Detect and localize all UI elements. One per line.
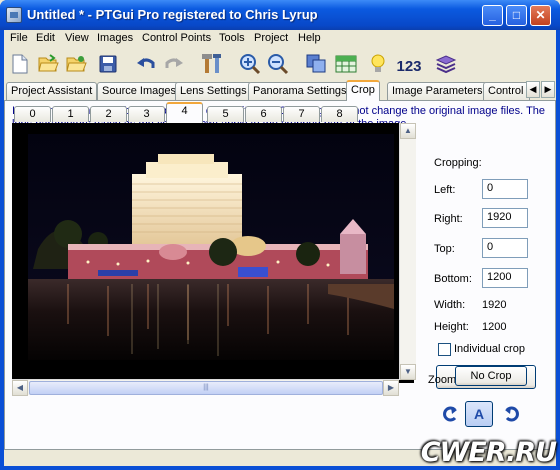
image-horizontal-scrollbar[interactable]: ◀ ||| ▶ (12, 379, 399, 396)
image-tab-8[interactable]: 8 (321, 106, 358, 122)
scroll-left-icon[interactable]: ◀ (12, 380, 28, 396)
client-area: File Edit View Images Control Points Too… (4, 30, 556, 466)
scroll-down-icon[interactable]: ▼ (400, 364, 416, 380)
horizontal-scroll-thumb[interactable]: ||| (29, 381, 383, 395)
menu-edit[interactable]: Edit (36, 32, 55, 44)
menu-bar: File Edit View Images Control Points Too… (4, 30, 556, 48)
tip-icon[interactable] (366, 52, 390, 76)
undo-icon[interactable] (134, 52, 158, 76)
top-input[interactable]: 0 (482, 238, 528, 258)
menu-images[interactable]: Images (97, 32, 133, 44)
image-tab-1[interactable]: 1 (52, 106, 89, 122)
maximize-button[interactable]: □ (506, 5, 527, 26)
left-input[interactable]: 0 (482, 179, 528, 199)
minimize-button[interactable]: _ (482, 5, 503, 26)
menu-help[interactable]: Help (298, 32, 321, 44)
tab-project-assistant[interactable]: Project Assistant (6, 82, 98, 100)
left-label: Left: (434, 184, 456, 196)
zoom-in-icon[interactable] (238, 52, 262, 76)
image-tab-6[interactable]: 6 (245, 106, 282, 122)
table-icon[interactable] (334, 52, 358, 76)
menu-control-points[interactable]: Control Points (142, 32, 211, 44)
image-tab-5[interactable]: 5 (207, 106, 244, 122)
new-icon[interactable] (8, 52, 32, 76)
height-value: 1200 (482, 321, 507, 333)
width-label: Width: (434, 299, 466, 311)
tab-control-points[interactable]: Control (483, 82, 530, 100)
rotate-left-icon[interactable] (438, 402, 462, 426)
tab-lens-settings[interactable]: Lens Settings (175, 82, 252, 100)
tools-icon[interactable] (200, 52, 224, 76)
tab-panorama-settings[interactable]: Panorama Settings (248, 82, 352, 100)
right-label: Right: (434, 213, 463, 225)
menu-tools[interactable]: Tools (219, 32, 245, 44)
watermark: CWER.RU (420, 437, 557, 468)
menu-view[interactable]: View (65, 32, 89, 44)
image-vertical-scrollbar[interactable]: ▲ ▼ (399, 123, 416, 380)
menu-project[interactable]: Project (254, 32, 288, 44)
no-crop-button[interactable]: No Crop (455, 366, 527, 386)
app-icon (6, 7, 22, 23)
individual-crop-checkbox[interactable] (438, 343, 451, 356)
rotate-right-icon[interactable] (500, 402, 524, 426)
close-button[interactable]: ✕ (530, 5, 551, 26)
menu-file[interactable]: File (10, 32, 28, 44)
tab-scroll-left-icon[interactable]: ◀ (526, 81, 540, 98)
width-value: 1920 (482, 299, 507, 311)
window-title: Untitled * - PTGui Pro registered to Chr… (27, 7, 318, 22)
tab-image-parameters[interactable]: Image Parameters (387, 82, 488, 100)
toolbar: 123 (4, 48, 556, 80)
image-tab-2[interactable]: 2 (90, 106, 127, 122)
main-tab-strip: Project Assistant Source Images Lens Set… (4, 80, 556, 101)
open-icon[interactable] (36, 52, 60, 76)
individual-crop-label: Individual crop (454, 343, 525, 355)
image-tab-4[interactable]: 4 (166, 102, 203, 123)
tab-source-images[interactable]: Source Images (97, 82, 181, 100)
image-tab-7[interactable]: 7 (283, 106, 320, 122)
tab-scroll-right-icon[interactable]: ▶ (541, 81, 555, 98)
scroll-right-icon[interactable]: ▶ (383, 380, 399, 396)
auto-zoom-button[interactable]: A (465, 401, 493, 427)
source-image-preview[interactable] (28, 134, 394, 360)
title-bar[interactable]: Untitled * - PTGui Pro registered to Chr… (0, 0, 560, 30)
batch-icon[interactable] (434, 52, 458, 76)
zoom-out-icon[interactable] (266, 52, 290, 76)
scroll-up-icon[interactable]: ▲ (400, 123, 416, 139)
bottom-label: Bottom: (434, 273, 472, 285)
right-input[interactable]: 1920 (482, 208, 528, 228)
crop-image-viewport[interactable] (12, 123, 414, 383)
open-recent-icon[interactable] (64, 52, 88, 76)
save-icon[interactable] (96, 52, 120, 76)
tab-crop[interactable]: Crop (346, 80, 380, 101)
numbering-icon[interactable]: 123 (394, 54, 424, 78)
panorama-editor-icon[interactable] (304, 52, 328, 76)
height-label: Height: (434, 321, 469, 333)
bottom-input[interactable]: 1200 (482, 268, 528, 288)
cropping-label: Cropping: (434, 157, 482, 169)
application-window: Untitled * - PTGui Pro registered to Chr… (0, 0, 560, 470)
image-tab-0[interactable]: 0 (14, 106, 51, 122)
redo-icon[interactable] (162, 52, 186, 76)
top-label: Top: (434, 243, 455, 255)
image-tab-3[interactable]: 3 (128, 106, 165, 122)
